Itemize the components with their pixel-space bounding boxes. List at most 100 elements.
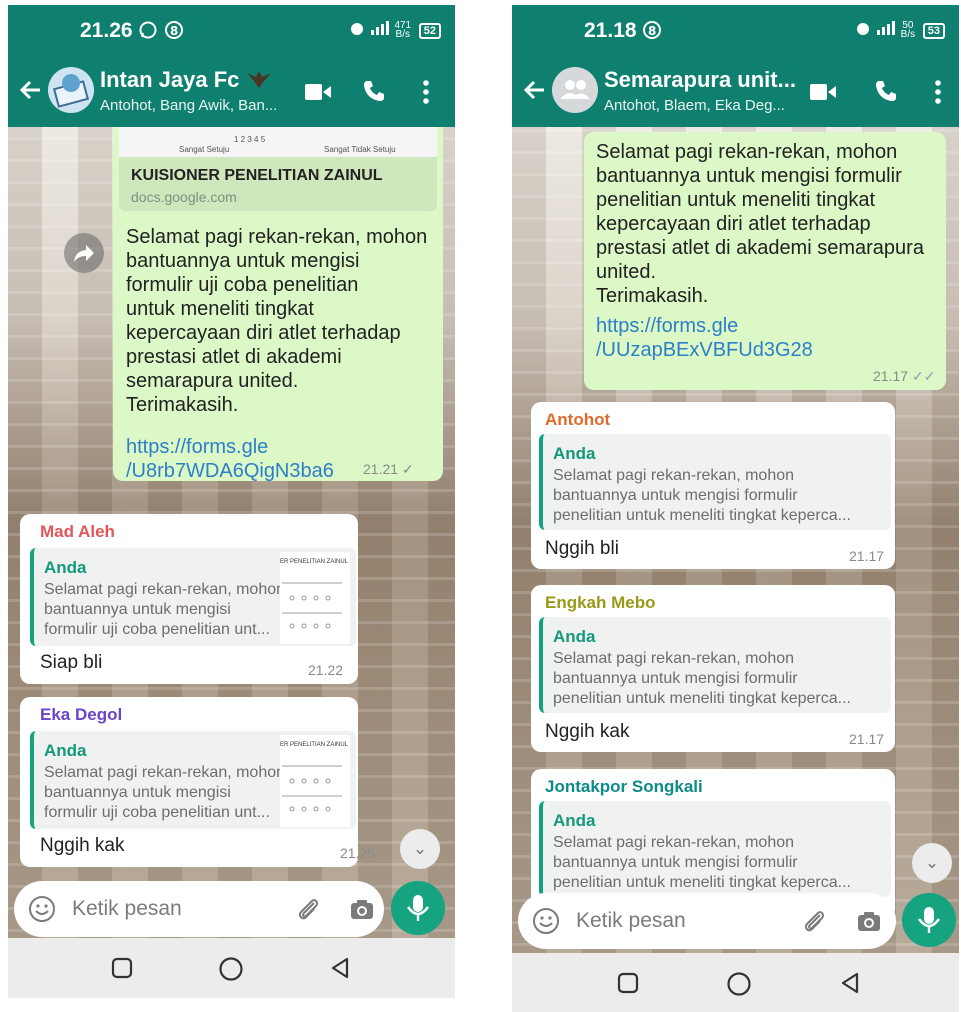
scroll-down-icon[interactable]: ⌄ (400, 829, 440, 869)
quoted-message[interactable]: Anda Selamat pagi rekan-rekan, mohon ban… (539, 617, 891, 713)
nav-back-icon[interactable] (838, 971, 862, 1000)
nav-home-icon[interactable] (726, 971, 752, 1002)
preview-scale-high: Sangat Tidak Setuju (324, 145, 396, 154)
forward-icon[interactable] (64, 233, 104, 273)
attach-icon[interactable] (294, 895, 322, 928)
battery-icon: 52 (418, 23, 441, 39)
scroll-down-icon[interactable]: ⌄ (912, 843, 952, 883)
svg-text:8: 8 (170, 24, 178, 38)
message-time: 21.22 (308, 662, 344, 678)
quoted-message[interactable]: Anda Selamat pagi rekan-rekan, mohon ban… (539, 434, 891, 530)
chat-area[interactable]: 1 2 3 4 5 Sangat Setuju Sangat Tidak Set… (8, 127, 455, 998)
eagle-emoji-icon (246, 71, 271, 88)
chat-title[interactable]: Semarapura unit... (604, 67, 796, 93)
incoming-message[interactable]: Eka Degol Anda Selamat pagi rekan-rekan,… (20, 697, 375, 867)
attach-icon[interactable] (800, 907, 828, 940)
emoji-icon[interactable] (532, 907, 560, 940)
group-avatar[interactable] (552, 67, 598, 113)
quote-text: Selamat pagi rekan-rekan, mohon bantuann… (553, 834, 851, 891)
message-input-bar[interactable]: Ketik pesan (14, 881, 384, 937)
incoming-message[interactable]: Mad Aleh Anda Selamat pagi rekan-rekan, … (20, 514, 358, 684)
emoji-icon[interactable] (28, 895, 56, 928)
quoted-message[interactable]: Anda Selamat pagi rekan-rekan, mohon ban… (30, 548, 356, 646)
voice-call-icon[interactable] (874, 79, 898, 108)
camera-icon[interactable] (855, 907, 883, 940)
form-link[interactable]: https://forms.gle /UUzapBExVBFUd3G28 (596, 314, 813, 362)
chat-area[interactable]: Selamat pagi rekan-rekan, mohon bantuann… (512, 127, 959, 1012)
quote-text: Selamat pagi rekan-rekan, mohon bantuann… (553, 467, 851, 524)
speed-unit: B/s (395, 29, 410, 40)
chat-title[interactable]: Intan Jaya Fc (100, 67, 272, 93)
nav-recent-icon[interactable] (616, 971, 640, 1000)
chat-header: Semarapura unit... Antohot, Blaem, Eka D… (512, 57, 959, 127)
sender-name[interactable]: Antohot (545, 410, 610, 430)
alarm-icon (857, 23, 870, 35)
message-input[interactable]: Ketik pesan (576, 909, 686, 933)
more-options-icon[interactable] (934, 79, 942, 110)
mic-button[interactable] (902, 893, 956, 947)
chat-title-text: Intan Jaya Fc (100, 67, 240, 92)
signal-icon (877, 21, 896, 35)
voice-call-icon[interactable] (362, 79, 386, 108)
status-bar: 21.26 8 471 B/s 52 (8, 5, 455, 57)
sender-name[interactable]: Mad Aleh (40, 522, 115, 542)
chat-members[interactable]: Antohot, Bang Awik, Ban... (100, 97, 277, 114)
chat-members[interactable]: Antohot, Blaem, Eka Deg... (604, 97, 785, 114)
status-time: 21.26 8 (80, 19, 184, 43)
form-link[interactable]: https://forms.gle /U8rb7WDA6QigN3ba6 (126, 435, 334, 483)
preview-scale-numbers: 1 2 3 4 5 (234, 135, 266, 144)
incoming-message[interactable]: Engkah Mebo Anda Selamat pagi rekan-reka… (531, 585, 895, 752)
notification-icon: 8 (165, 21, 184, 39)
sender-name[interactable]: Engkah Mebo (545, 593, 656, 613)
clock: 21.26 (80, 19, 133, 42)
message-time: 21.17 (873, 368, 909, 384)
camera-icon[interactable] (348, 895, 376, 928)
reply-text: Nggih kak (40, 835, 125, 856)
message-input[interactable]: Ketik pesan (72, 897, 182, 921)
outgoing-message[interactable]: Selamat pagi rekan-rekan, mohon bantuann… (584, 132, 946, 390)
video-call-icon[interactable] (305, 83, 331, 106)
nav-back-icon[interactable] (328, 956, 352, 985)
message-meta: 21.21 ✓ (363, 461, 414, 478)
preview-image: 1 2 3 4 5 Sangat Setuju Sangat Tidak Set… (119, 127, 437, 157)
delivered-tick-icon: ✓✓ (911, 368, 936, 384)
reply-text: Siap bli (40, 652, 103, 673)
preview-title: KUISIONER PENELITIAN ZAINUL (131, 167, 383, 184)
link-preview[interactable]: 1 2 3 4 5 Sangat Setuju Sangat Tidak Set… (119, 127, 437, 211)
mic-button[interactable] (391, 881, 445, 935)
sender-name[interactable]: Eka Degol (40, 705, 122, 725)
back-arrow-icon[interactable] (522, 77, 548, 108)
message-text: Selamat pagi rekan-rekan, mohon bantuann… (596, 141, 924, 307)
mic-icon (406, 895, 430, 921)
right-phone-screen: 21.18 8 50 B/s 53 Semarapura unit... Anto… (512, 5, 959, 1012)
message-input-bar[interactable]: Ketik pesan (518, 893, 896, 949)
message-time: 21.17 (849, 548, 885, 564)
nav-recent-icon[interactable] (110, 956, 134, 985)
system-nav-bar (512, 953, 959, 1012)
back-arrow-icon[interactable] (18, 77, 44, 108)
incoming-message[interactable]: Antohot Anda Selamat pagi rekan-rekan, m… (531, 402, 895, 569)
outgoing-message[interactable]: 1 2 3 4 5 Sangat Setuju Sangat Tidak Set… (113, 127, 443, 483)
quote-author: Anda (553, 627, 596, 646)
signal-icon (370, 21, 389, 35)
message-meta: 21.17 ✓✓ (873, 368, 935, 385)
notification-icon: 8 (643, 21, 662, 39)
whatsapp-notif-icon (139, 21, 157, 39)
quoted-message[interactable]: Anda Selamat pagi rekan-rekan, mohon ban… (539, 801, 891, 897)
quote-author: Anda (553, 811, 596, 830)
thumb-title: ER PENELITIAN ZAINUL (280, 559, 349, 565)
group-avatar[interactable] (48, 67, 94, 113)
nav-home-icon[interactable] (218, 956, 244, 987)
status-bar: 21.18 8 50 B/s 53 (512, 5, 959, 57)
quote-thumbnail: ER PENELITIAN ZAINUL (280, 552, 350, 644)
more-options-icon[interactable] (422, 79, 430, 110)
left-phone-screen: 21.26 8 471 B/s 52 Intan Jaya Fc Antohot,… (8, 5, 455, 998)
video-call-icon[interactable] (810, 83, 836, 106)
mic-icon (917, 907, 941, 933)
svg-text:8: 8 (648, 24, 656, 38)
preview-scale-low: Sangat Setuju (179, 145, 230, 154)
sender-name[interactable]: Jontakpor Songkali (545, 777, 703, 797)
quoted-message[interactable]: Anda Selamat pagi rekan-rekan, mohon ban… (30, 731, 356, 829)
quote-author: Anda (44, 558, 87, 577)
reply-text: Nggih kak (545, 721, 630, 742)
